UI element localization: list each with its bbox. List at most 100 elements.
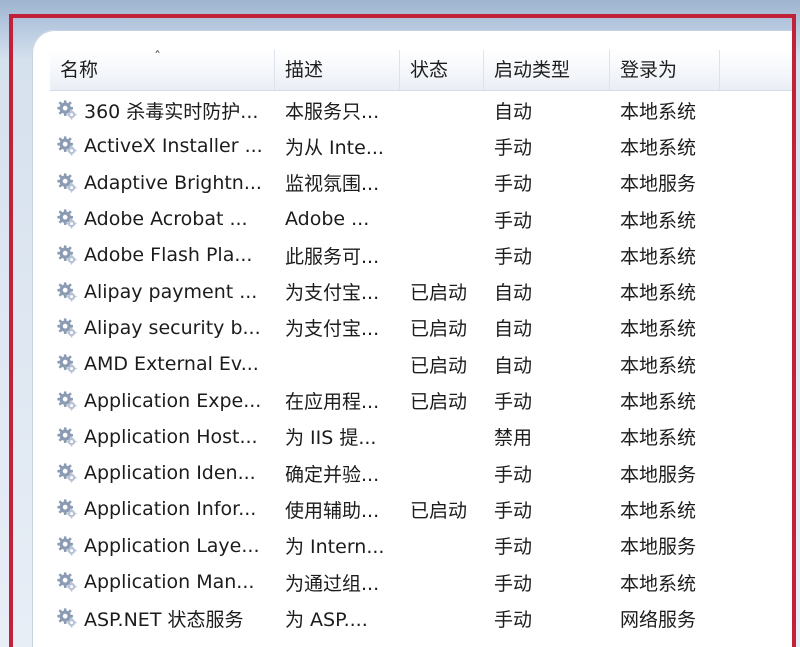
service-name-cell: AMD External Ev... [50, 353, 275, 375]
service-name: Adobe Flash Pla... [84, 244, 253, 267]
gear-icon [56, 498, 78, 520]
service-name-cell: Application Iden... [50, 462, 275, 484]
service-description: Adobe ... [285, 208, 370, 231]
service-logon-as: 本地系统 [620, 245, 697, 268]
service-logon-as: 本地系统 [620, 427, 697, 450]
service-startup-type: 手动 [494, 391, 533, 414]
service-logon-as: 本地服务 [620, 173, 697, 196]
service-row[interactable]: Adobe Flash Pla... 此服务可... 手动 本地系统 [50, 237, 792, 273]
service-name: Application Expe... [84, 389, 262, 412]
service-startup-type: 自动 [494, 100, 533, 123]
service-name-cell: Alipay security b... [50, 317, 275, 339]
services-list-view[interactable]: 名称 ˆ 描述 状态 启动类型 登录为 360 杀毒实时防护... 本服务只..… [32, 30, 792, 647]
service-startup-type: 自动 [494, 354, 533, 377]
service-description: 监视氛围... [285, 173, 380, 196]
service-row[interactable]: Alipay security b... 为支付宝... 已启动 自动 本地系统 [50, 310, 792, 346]
service-name: Adobe Acrobat ... [84, 208, 248, 231]
service-name: Application Iden... [84, 462, 256, 485]
service-name-cell: ActiveX Installer ... [50, 135, 275, 157]
service-description: 为 IIS 提... [285, 427, 377, 450]
service-row[interactable]: Application Expe... 在应用程... 已启动 手动 本地系统 [50, 382, 792, 418]
column-header-name[interactable]: 名称 ˆ [50, 50, 275, 90]
service-description: 为从 Inte... [285, 136, 384, 159]
service-name: ASP.NET 状态服务 [84, 608, 244, 631]
service-startup-type: 手动 [494, 499, 533, 522]
service-startup-type: 自动 [494, 282, 533, 305]
list-header: 名称 ˆ 描述 状态 启动类型 登录为 [50, 50, 792, 91]
gear-icon [56, 99, 78, 121]
gear-icon [56, 208, 78, 230]
service-logon-as: 本地系统 [620, 209, 697, 232]
service-startup-type: 手动 [494, 608, 533, 631]
service-description: 为 Intern... [285, 536, 385, 559]
column-header-description-label: 描述 [285, 59, 324, 81]
service-logon-as: 网络服务 [620, 608, 697, 631]
service-startup-type: 手动 [494, 136, 533, 159]
column-header-logon-as[interactable]: 登录为 [610, 50, 720, 90]
gear-icon [56, 172, 78, 194]
service-row[interactable]: AMD External Ev... 已启动 自动 本地系统 [50, 346, 792, 382]
service-status: 已启动 [410, 354, 468, 377]
service-logon-as: 本地服务 [620, 463, 697, 486]
service-row[interactable]: ActiveX Installer ... 为从 Inte... 手动 本地系统 [50, 128, 792, 164]
service-name-cell: Application Infor... [50, 498, 275, 520]
service-name-cell: Application Man... [50, 571, 275, 593]
service-description: 在应用程... [285, 391, 380, 414]
service-row[interactable]: Application Host... 为 IIS 提... 禁用 本地系统 [50, 419, 792, 455]
service-name: Adaptive Brightn... [84, 171, 262, 194]
service-name-cell: Adobe Acrobat ... [50, 208, 275, 230]
gear-icon [56, 535, 78, 557]
service-logon-as: 本地系统 [620, 391, 697, 414]
service-row[interactable]: Application Infor... 使用辅助... 已启动 手动 本地系统 [50, 491, 792, 527]
service-description: 为支付宝... [285, 282, 380, 305]
gear-icon [56, 390, 78, 412]
service-row[interactable]: ASP.NET 状态服务 为 ASP.... 手动 网络服务 [50, 600, 792, 636]
service-name-cell: Application Laye... [50, 535, 275, 557]
column-header-status[interactable]: 状态 [400, 50, 484, 90]
service-row[interactable]: Alipay payment ... 为支付宝... 已启动 自动 本地系统 [50, 273, 792, 309]
service-startup-type: 禁用 [494, 427, 533, 450]
service-description: 本服务只... [285, 100, 380, 123]
service-name-cell: Adaptive Brightn... [50, 172, 275, 194]
service-name: Alipay security b... [84, 316, 261, 339]
service-row[interactable]: Application Iden... 确定并验... 手动 本地服务 [50, 455, 792, 491]
service-logon-as: 本地系统 [620, 354, 697, 377]
column-header-name-label: 名称 [60, 59, 99, 81]
gear-icon [56, 571, 78, 593]
service-startup-type: 手动 [494, 173, 533, 196]
gear-icon [56, 135, 78, 157]
gear-icon [56, 607, 78, 629]
service-startup-type: 手动 [494, 245, 533, 268]
service-description: 为通过组... [285, 572, 380, 595]
service-description: 为 ASP.... [285, 608, 368, 631]
service-row[interactable]: Adobe Acrobat ... Adobe ... 手动 本地系统 [50, 201, 792, 237]
service-row[interactable]: Adaptive Brightn... 监视氛围... 手动 本地服务 [50, 165, 792, 201]
service-startup-type: 手动 [494, 536, 533, 559]
column-header-startup-type[interactable]: 启动类型 [484, 50, 610, 90]
service-row[interactable]: Application Laye... 为 Intern... 手动 本地服务 [50, 528, 792, 564]
service-name: Application Man... [84, 571, 255, 593]
service-startup-type: 手动 [494, 209, 533, 232]
service-description: 为支付宝... [285, 318, 380, 341]
service-logon-as: 本地系统 [620, 318, 697, 341]
gear-icon [56, 462, 78, 484]
service-logon-as: 本地系统 [620, 136, 697, 159]
service-startup-type: 自动 [494, 318, 533, 341]
service-logon-as: 本地系统 [620, 282, 697, 305]
column-header-startup-type-label: 启动类型 [494, 59, 571, 81]
service-name: Application Laye... [84, 534, 260, 557]
column-header-filler [720, 50, 792, 90]
service-row[interactable]: 360 杀毒实时防护... 本服务只... 自动 本地系统 [50, 92, 792, 128]
gear-icon [56, 281, 78, 303]
service-status: 已启动 [410, 391, 468, 414]
service-startup-type: 手动 [494, 463, 533, 486]
gear-icon [56, 353, 78, 375]
gear-icon [56, 317, 78, 339]
service-name-cell: Application Host... [50, 426, 275, 448]
service-rows: 360 杀毒实时防护... 本服务只... 自动 本地系统 ActiveX In… [50, 92, 792, 636]
service-status: 已启动 [410, 318, 468, 341]
column-header-description[interactable]: 描述 [275, 50, 400, 90]
service-name-cell: Adobe Flash Pla... [50, 244, 275, 266]
service-name: ActiveX Installer ... [84, 135, 263, 158]
service-row[interactable]: Application Man... 为通过组... 手动 本地系统 [50, 564, 792, 600]
